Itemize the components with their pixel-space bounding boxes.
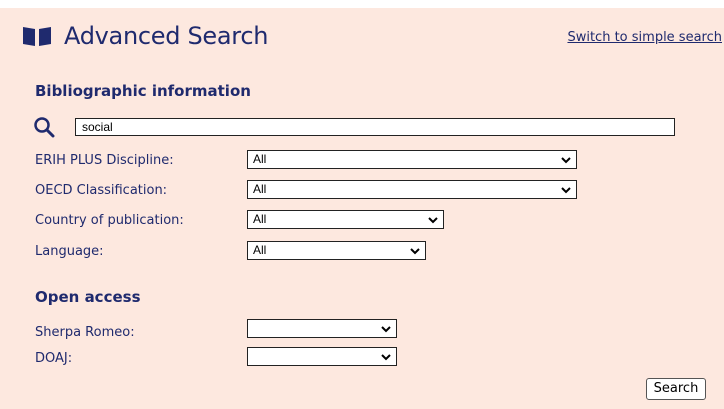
oecd-classification-select[interactable]: All (247, 180, 577, 199)
oecd-classification-value: All (253, 182, 267, 196)
bibliographic-heading: Bibliographic information (35, 82, 251, 100)
chevron-down-icon (561, 157, 571, 164)
country-label: Country of publication: (35, 213, 184, 228)
open-access-heading: Open access (35, 288, 141, 306)
search-input[interactable]: social (75, 118, 675, 136)
doaj-label: DOAJ: (35, 351, 73, 366)
language-select[interactable]: All (247, 241, 426, 260)
chevron-down-icon (561, 187, 571, 194)
doaj-select[interactable] (247, 347, 397, 366)
oecd-classification-label: OECD Classification: (35, 183, 168, 198)
language-label: Language: (35, 244, 104, 259)
search-icon (33, 116, 55, 138)
chevron-down-icon (410, 248, 420, 255)
country-value: All (253, 212, 267, 226)
sherpa-romeo-label: Sherpa Romeo: (35, 325, 135, 340)
book-open-icon (22, 25, 52, 47)
country-select[interactable]: All (247, 210, 444, 229)
erih-discipline-value: All (253, 152, 267, 166)
language-value: All (253, 243, 267, 257)
search-row: social (33, 116, 675, 138)
advanced-search-panel: Advanced Search Switch to simple search … (0, 8, 724, 409)
sherpa-romeo-select[interactable] (247, 319, 397, 338)
chevron-down-icon (428, 217, 438, 224)
switch-to-simple-search-link[interactable]: Switch to simple search (567, 30, 722, 45)
chevron-down-icon (381, 354, 391, 361)
erih-discipline-select[interactable]: All (247, 150, 577, 169)
title-row: Advanced Search (22, 22, 268, 50)
page-title: Advanced Search (64, 22, 269, 50)
chevron-down-icon (381, 326, 391, 333)
search-button[interactable]: Search (646, 378, 706, 400)
erih-discipline-label: ERIH PLUS Discipline: (35, 153, 174, 168)
